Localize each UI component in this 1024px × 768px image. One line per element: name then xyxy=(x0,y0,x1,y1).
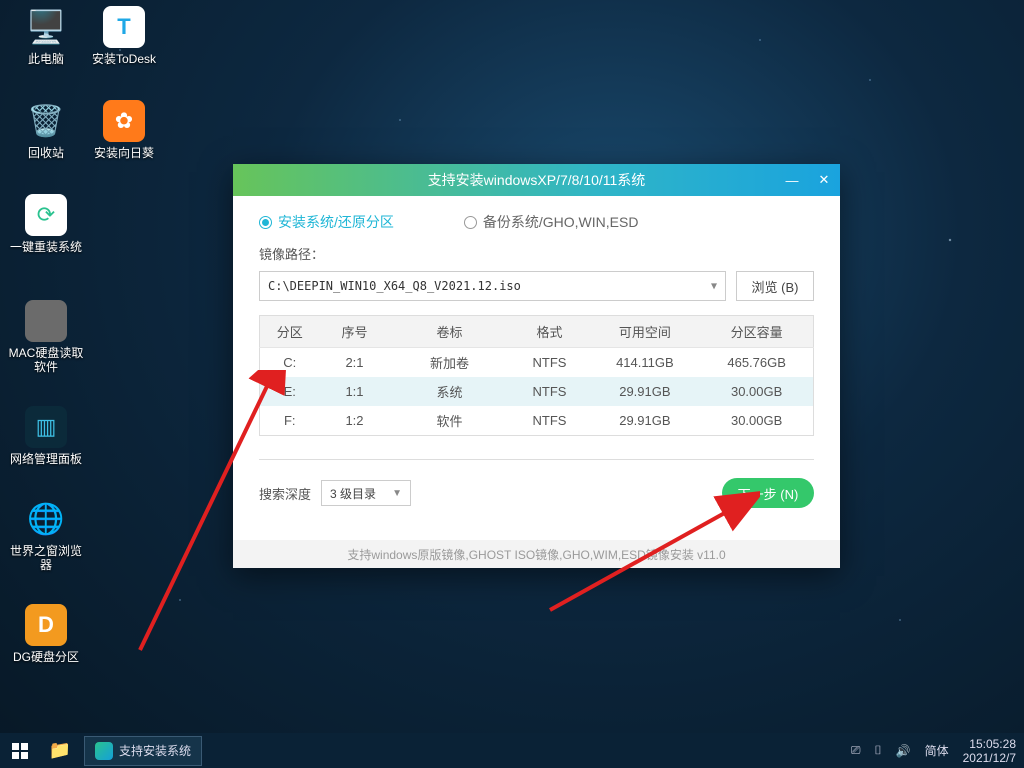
desktop-icon-netpanel[interactable]: ▥网络管理面板 xyxy=(8,406,84,466)
table-row[interactable]: E:1:1系统NTFS29.91GB30.00GB xyxy=(260,377,814,406)
close-button[interactable]: ✕ xyxy=(808,164,840,196)
table-row[interactable]: C:2:1新加卷NTFS414.11GB465.76GB xyxy=(260,348,814,378)
file-explorer-button[interactable]: 📁 xyxy=(40,733,80,768)
desktop-icon-this-pc[interactable]: 🖥️此电脑 xyxy=(8,6,84,66)
installer-window: 支持安装windowsXP/7/8/10/11系统 — ✕ 安装系统/还原分区 … xyxy=(233,164,840,568)
minimize-button[interactable]: — xyxy=(776,164,808,196)
taskbar-item-installer[interactable]: 支持安装系统 xyxy=(84,736,202,766)
path-label: 镜像路径： xyxy=(259,244,814,263)
radio-icon xyxy=(259,216,272,229)
desktop-icon-recycle[interactable]: 🗑️回收站 xyxy=(8,100,84,160)
tray-action-icon[interactable]: ⌷ xyxy=(874,743,881,758)
start-button[interactable] xyxy=(0,733,40,768)
iso-path-value: C:\DEEPIN_WIN10_X64_Q8_V2021.12.iso xyxy=(268,279,521,293)
dropdown-icon: ▼ xyxy=(392,488,402,499)
dropdown-icon: ▼ xyxy=(711,281,717,292)
radio-backup[interactable]: 备份系统/GHO,WIN,ESD xyxy=(464,212,639,232)
desktop-icon-world-browser[interactable]: 🌐世界之窗浏览器 xyxy=(8,498,84,572)
desktop-icon-oneclick[interactable]: ⟳一键重装系统 xyxy=(8,194,84,254)
radio-install-restore[interactable]: 安装系统/还原分区 xyxy=(259,212,394,232)
next-button[interactable]: 下一步 (N) xyxy=(722,478,814,508)
installer-body: 安装系统/还原分区 备份系统/GHO,WIN,ESD 镜像路径： C:\DEEP… xyxy=(233,196,840,540)
system-tray: ⎚ ⌷ 🔊 简体 15:05:28 2021/12/7 xyxy=(851,737,1024,765)
search-depth-select[interactable]: 3 级目录▼ xyxy=(321,480,411,506)
browse-button[interactable]: 浏览 (B) xyxy=(736,271,814,301)
titlebar: 支持安装windowsXP/7/8/10/11系统 — ✕ xyxy=(233,164,840,196)
iso-path-select[interactable]: C:\DEEPIN_WIN10_X64_Q8_V2021.12.iso ▼ xyxy=(259,271,726,301)
radio-icon xyxy=(464,216,477,229)
taskbar: 📁 支持安装系统 ⎚ ⌷ 🔊 简体 15:05:28 2021/12/7 xyxy=(0,733,1024,768)
ime-indicator[interactable]: 简体 xyxy=(925,742,949,759)
desktop-icon-macdisk[interactable]: MAC硬盘读取软件 xyxy=(8,300,84,374)
desktop-icon-todesk[interactable]: T安装ToDesk xyxy=(86,6,162,66)
partition-table: 分区 序号 卷标 格式 可用空间 分区容量 C:2:1新加卷NTFS414.11… xyxy=(259,315,814,436)
depth-label: 搜索深度 xyxy=(259,484,311,503)
desktop-icon-dg[interactable]: DDG硬盘分区 xyxy=(8,604,84,664)
table-row[interactable]: F:1:2软件NTFS29.91GB30.00GB xyxy=(260,406,814,436)
tray-volume-icon[interactable]: 🔊 xyxy=(896,744,911,758)
desktop-icon-sunflower[interactable]: ✿安装向日葵 xyxy=(86,100,162,160)
window-title: 支持安装windowsXP/7/8/10/11系统 xyxy=(428,170,646,190)
taskbar-clock[interactable]: 15:05:28 2021/12/7 xyxy=(963,737,1016,765)
installer-footer: 支持windows原版镜像,GHOST ISO镜像,GHO,WIM,ESD镜像安… xyxy=(233,540,840,568)
taskbar-app-icon xyxy=(95,742,113,760)
tray-network-icon[interactable]: ⎚ xyxy=(851,743,861,758)
